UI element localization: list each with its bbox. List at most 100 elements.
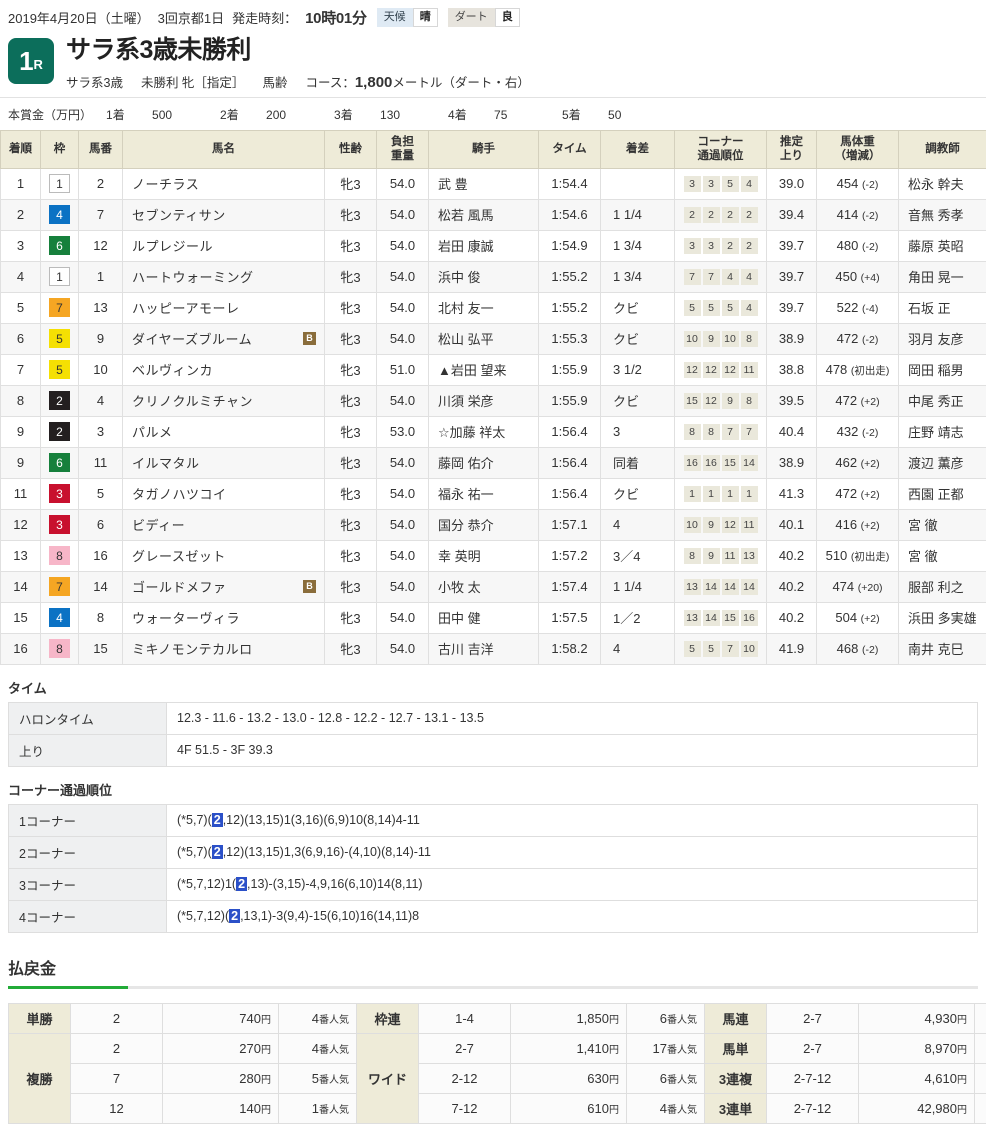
cell-horse-number: 6 — [79, 509, 123, 540]
cell-horse-name[interactable]: ノーチラス — [123, 168, 325, 199]
cell-horse-name[interactable]: タガノハツコイ — [123, 478, 325, 509]
cell-horse-name[interactable]: グレースゼット — [123, 540, 325, 571]
cell-sex-age: 牝3 — [325, 261, 377, 292]
corner-position: 7 — [722, 641, 739, 657]
cell-corner-positions: 13141414 — [675, 571, 767, 602]
cell-horse-name[interactable]: ハートウォーミング — [123, 261, 325, 292]
halon-time-label: ハロンタイム — [9, 702, 167, 734]
corner-position: 3 — [703, 238, 720, 254]
cell-rank: 6 — [1, 323, 41, 354]
payout-table: 単勝 2 740円 4番人気 枠連 1-4 1,850円 6番人気 馬連 2-7… — [8, 1003, 986, 1124]
cell-horse-name[interactable]: ウォーターヴィラ — [123, 602, 325, 633]
corner-order-value: (*5,7)(2,12)(13,15)1(3,16)(6,9)10(8,14)4… — [167, 804, 978, 836]
prize-place-1: 1着 — [106, 106, 152, 123]
cell-sex-age: 牝3 — [325, 292, 377, 323]
agari-value: 4F 51.5 - 3F 39.3 — [167, 734, 978, 766]
course-distance: 1,800 — [355, 74, 393, 91]
cell-horse-number: 4 — [79, 385, 123, 416]
cell-sex-age: 牝3 — [325, 447, 377, 478]
cell-horse-name[interactable]: セブンティサン — [123, 199, 325, 230]
payout-accent-rule — [8, 986, 978, 989]
cell-rank: 16 — [1, 633, 41, 664]
corner-position: 16 — [703, 455, 720, 471]
bet-type-place: 複勝 — [9, 1033, 71, 1123]
weight-diff: (-2) — [862, 334, 878, 346]
corner-table-body: 1コーナー(*5,7)(2,12)(13,15)1(3,16)(6,9)10(8… — [9, 804, 978, 932]
win-pop-value: 4 — [312, 1011, 319, 1026]
yen-unit: 円 — [957, 1105, 967, 1116]
cell-sex-age: 牝3 — [325, 509, 377, 540]
cell-time: 1:55.9 — [539, 385, 601, 416]
bracket-badge: 7 — [49, 577, 70, 596]
horse-name-text: ルプレジール — [132, 236, 213, 255]
cell-impost: 54.0 — [377, 292, 429, 323]
horse-name-text: ダイヤーズブルーム — [132, 329, 252, 348]
cell-horse-name[interactable]: ミキノモンテカルロ — [123, 633, 325, 664]
cell-horse-number: 12 — [79, 230, 123, 261]
cell-horse-number: 2 — [79, 168, 123, 199]
cell-horse-name[interactable]: パルメ — [123, 416, 325, 447]
cell-rank: 11 — [1, 478, 41, 509]
col-horse-weight: 馬体重（増減） — [817, 130, 899, 168]
bracket-badge: 7 — [49, 298, 70, 317]
wide-amount-value: 630 — [587, 1071, 609, 1086]
cell-impost: 53.0 — [377, 416, 429, 447]
weight-diff: (+20) — [858, 582, 883, 594]
cell-rank: 2 — [1, 199, 41, 230]
trio-popularity: 14番人気 — [975, 1063, 986, 1093]
race-meeting: 3回京都1日 — [158, 8, 224, 27]
cell-rank: 12 — [1, 509, 41, 540]
cell-trainer: 松永 幹夫 — [899, 168, 986, 199]
cell-corner-positions: 3354 — [675, 168, 767, 199]
cell-horse-number: 8 — [79, 602, 123, 633]
bracket-pop-value: 6 — [660, 1011, 667, 1026]
cell-rank: 3 — [1, 230, 41, 261]
cell-horse-number: 16 — [79, 540, 123, 571]
place-amount-value: 140 — [239, 1101, 261, 1116]
cell-horse-name[interactable]: ハッピーアモーレ — [123, 292, 325, 323]
wide-pop-value: 6 — [660, 1071, 667, 1086]
cell-horse-name[interactable]: ダイヤーズブルームB — [123, 323, 325, 354]
cell-impost: 54.0 — [377, 633, 429, 664]
cell-horse-name[interactable]: ビディー — [123, 509, 325, 540]
pop-unit: 番人気 — [667, 1105, 697, 1116]
cell-horse-name[interactable]: ベルヴィンカ — [123, 354, 325, 385]
corner-position: 10 — [722, 331, 739, 347]
time-table: ハロンタイム 12.3 - 11.6 - 13.2 - 13.0 - 12.8 … — [8, 702, 978, 767]
col-margin: 着差 — [601, 130, 675, 168]
place-combo: 12 — [71, 1093, 163, 1123]
cell-sex-age: 牝3 — [325, 571, 377, 602]
corner-position: 12 — [684, 362, 701, 378]
cell-horse-name[interactable]: ルプレジール — [123, 230, 325, 261]
corner-position: 2 — [684, 207, 701, 223]
trio-amount: 4,610円 — [859, 1063, 975, 1093]
cell-final-furlong: 39.7 — [767, 292, 817, 323]
weight-diff: (-2) — [862, 644, 878, 656]
cell-margin: 1 1/4 — [601, 199, 675, 230]
cell-rank: 9 — [1, 447, 41, 478]
cell-horse-name[interactable]: イルマタル — [123, 447, 325, 478]
table-row: 9611イルマタル牝354.0藤岡 佑介1:56.4同着1616151438.9… — [1, 447, 986, 478]
prize-value-2: 200 — [266, 108, 334, 122]
cell-jockey: 北村 友一 — [429, 292, 539, 323]
corner-position: 13 — [684, 579, 701, 595]
corner-position: 9 — [703, 517, 720, 533]
blinker-badge: B — [303, 580, 316, 593]
race-date: 2019年4月20日（土曜） — [8, 8, 150, 27]
cell-horse-number: 11 — [79, 447, 123, 478]
horse-name-text: セブンティサン — [132, 205, 226, 224]
cell-horse-name[interactable]: クリノクルミチャン — [123, 385, 325, 416]
cell-margin: 1／2 — [601, 602, 675, 633]
cell-time: 1:55.9 — [539, 354, 601, 385]
cell-impost: 54.0 — [377, 323, 429, 354]
agari-row: 上り 4F 51.5 - 3F 39.3 — [9, 734, 978, 766]
cell-impost: 54.0 — [377, 602, 429, 633]
start-time-value: 10時01分 — [305, 7, 367, 28]
quinella-amount-value: 4,930 — [924, 1011, 957, 1026]
place-pop-value: 4 — [312, 1041, 319, 1056]
cell-final-furlong: 40.2 — [767, 571, 817, 602]
yen-unit: 円 — [261, 1075, 271, 1086]
table-row: 7510ベルヴィンカ牝351.0▲岩田 望来1:55.93 1/21212121… — [1, 354, 986, 385]
cell-horse-name[interactable]: ゴールドメファB — [123, 571, 325, 602]
corner-row: 2コーナー(*5,7)(2,12)(13,15)1,3(6,9,16)-(4,1… — [9, 836, 978, 868]
